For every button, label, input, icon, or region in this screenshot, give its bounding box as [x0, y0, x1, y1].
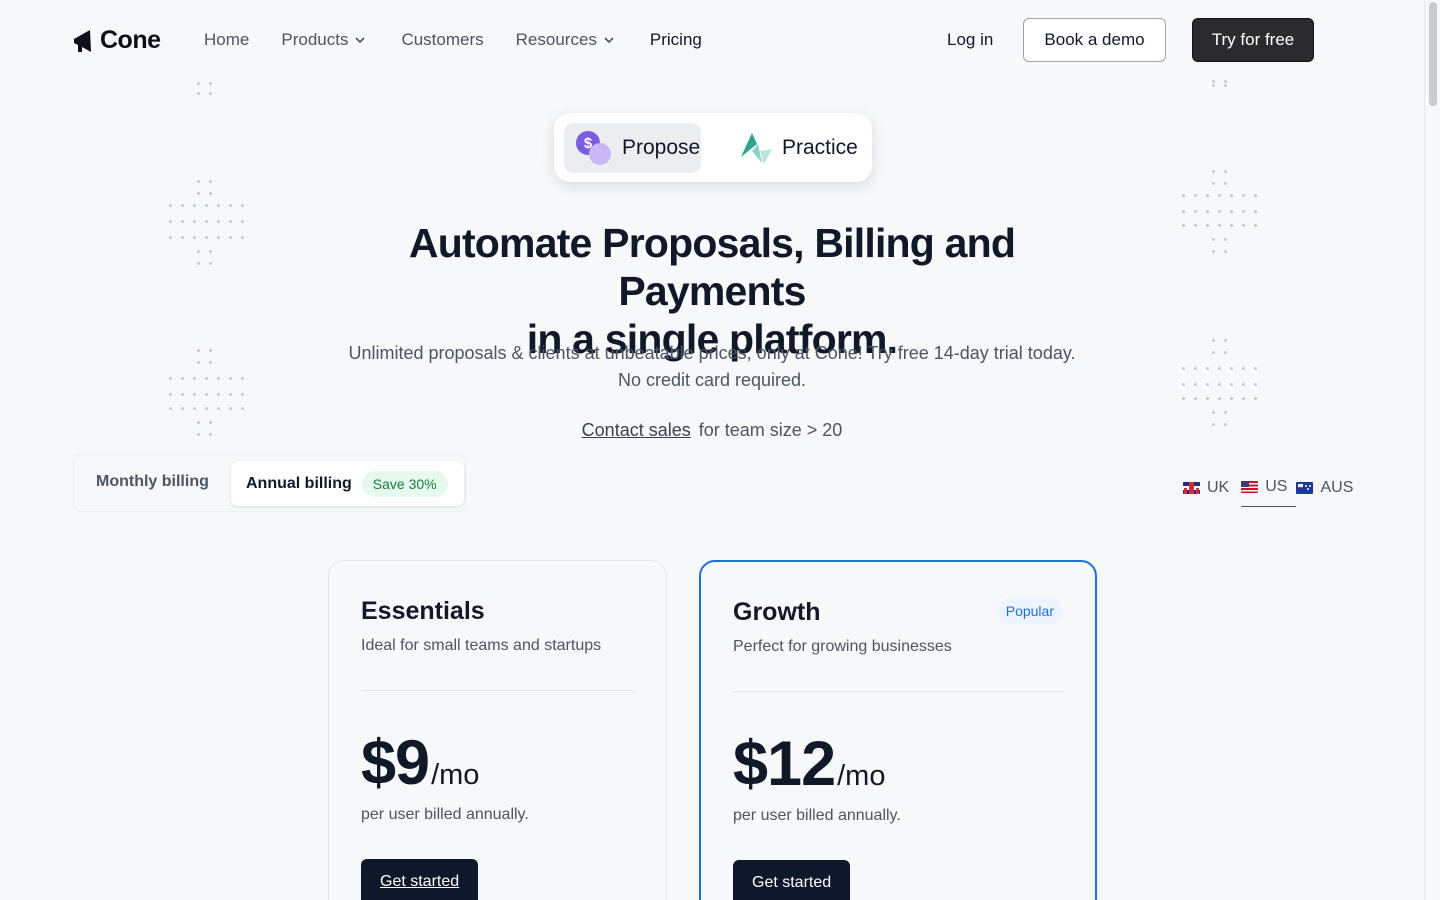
plan-card-essentials: Essentials Ideal for small teams and sta… — [328, 560, 667, 900]
page-scrollbar[interactable] — [1424, 0, 1440, 900]
nav-home[interactable]: Home — [204, 30, 249, 50]
region-uk[interactable]: UK — [1183, 478, 1229, 507]
product-tab-propose-label: Propose — [622, 136, 701, 159]
plan-price: $12 /mo — [733, 728, 885, 800]
cone-logo-icon — [74, 29, 91, 52]
plan-price: $9 /mo — [361, 727, 479, 799]
plan-description: Perfect for growing businesses — [733, 638, 952, 655]
region-aus[interactable]: AUS — [1296, 478, 1353, 507]
region-aus-label: AUS — [1320, 478, 1354, 496]
login-link[interactable]: Log in — [947, 30, 993, 50]
product-tab-practice[interactable]: Practice — [738, 123, 862, 173]
plan-divider — [361, 690, 635, 691]
decorative-dots-left-bottom — [169, 349, 249, 439]
uk-flag-icon — [1183, 481, 1200, 494]
plan-card-growth: Growth Popular Perfect for growing busin… — [699, 560, 1097, 900]
plan-billing-note: per user billed annually. — [733, 807, 901, 824]
scrollbar-thumb[interactable] — [1429, 2, 1437, 106]
monthly-billing-option[interactable]: Monthly billing — [96, 473, 209, 491]
plan-price-amount: $9 — [361, 728, 430, 798]
brand-logo[interactable]: Cone — [72, 26, 161, 55]
product-switcher: $ Propose Practice — [554, 113, 872, 182]
nav-pricing-label: Pricing — [649, 30, 702, 49]
chevron-down-icon — [604, 37, 614, 44]
contact-sales-link[interactable]: Contact sales — [582, 420, 691, 440]
decorative-dots-left-top — [169, 78, 249, 278]
contact-sales-text: for team size > 20 — [698, 420, 843, 440]
plan-price-period: /mo — [837, 760, 886, 792]
nav-home-label: Home — [204, 30, 250, 49]
nav-customers-label: Customers — [401, 30, 484, 49]
plan-price-amount: $12 — [733, 729, 836, 799]
nav-products-label: Products — [281, 30, 349, 49]
product-tab-practice-label: Practice — [782, 136, 858, 159]
nav-resources[interactable]: Resources — [516, 30, 615, 50]
plan-price-period: /mo — [431, 759, 480, 791]
region-uk-label: UK — [1207, 478, 1230, 496]
get-started-button[interactable]: Get started — [733, 860, 851, 900]
region-us-label: US — [1265, 478, 1288, 495]
plan-name: Essentials — [361, 597, 485, 625]
propose-icon: $ — [576, 131, 612, 165]
popular-badge: Popular — [996, 598, 1063, 624]
plan-description: Ideal for small teams and startups — [361, 637, 602, 654]
nav-pricing[interactable]: Pricing — [650, 30, 702, 50]
save-badge: Save 30% — [361, 470, 448, 497]
aus-flag-icon — [1296, 481, 1314, 494]
annual-billing-option[interactable]: Annual billing Save 30% — [231, 461, 464, 506]
main-menu: Home Products Customers Resources Pricin… — [204, 30, 702, 50]
product-tab-propose[interactable]: $ Propose — [564, 123, 701, 173]
try-for-free-button[interactable]: Try for free — [1192, 18, 1314, 62]
decorative-dots-right-bottom — [1182, 339, 1262, 429]
top-navigation: Cone Home Products Customers Resources P… — [0, 0, 1424, 80]
chevron-down-icon — [355, 37, 366, 44]
us-flag-icon — [1241, 481, 1259, 493]
decorative-dots-right-top — [1182, 78, 1262, 258]
plan-name: Growth — [733, 598, 821, 626]
nav-resources-label: Resources — [515, 30, 597, 49]
book-demo-button[interactable]: Book a demo — [1023, 18, 1166, 62]
nav-customers[interactable]: Customers — [401, 30, 483, 50]
plan-divider — [733, 691, 1064, 692]
annual-billing-label: Annual billing — [246, 474, 352, 492]
get-started-button[interactable]: Get started — [361, 859, 479, 900]
plan-billing-note: per user billed annually. — [361, 806, 529, 823]
region-selector: UK US AUS — [1183, 478, 1353, 507]
practice-icon — [741, 133, 772, 164]
billing-toggle: Monthly billing Annual billing Save 30% — [73, 454, 466, 512]
hero-subtitle: Unlimited proposals & clients at unbeata… — [348, 343, 1076, 390]
brand-name: Cone — [100, 26, 161, 54]
contact-sales-line: Contact sales for team size > 20 — [312, 420, 1112, 441]
nav-products[interactable]: Products — [281, 30, 366, 50]
region-us[interactable]: US — [1241, 478, 1297, 507]
page-title-line-1: Automate Proposals, Billing and Payments — [408, 220, 1016, 314]
